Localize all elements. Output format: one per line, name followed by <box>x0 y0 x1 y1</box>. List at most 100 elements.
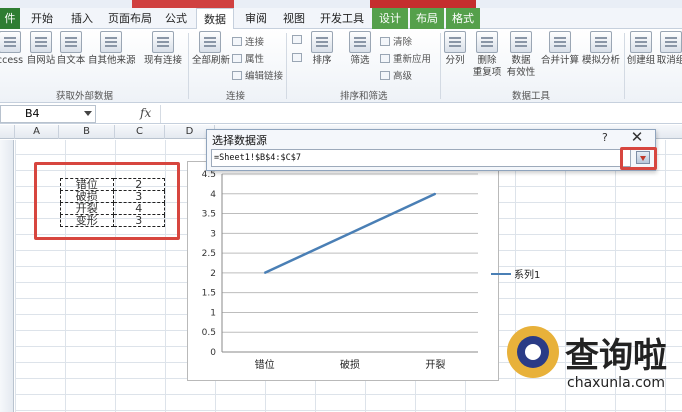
link-icon <box>232 37 242 46</box>
y-tick-label: 4 <box>210 190 216 200</box>
refresh-all-button[interactable]: 全部刷新 <box>192 31 230 67</box>
advanced-icon <box>380 71 390 80</box>
filter-button[interactable]: 筛选 <box>346 31 374 67</box>
text-file-icon <box>60 31 82 53</box>
properties-button[interactable]: 属性 <box>232 51 264 65</box>
access-icon <box>0 31 21 53</box>
group-separator <box>624 33 625 99</box>
sort-button[interactable]: 排序 <box>308 31 336 67</box>
tab-formulas[interactable]: 公式 <box>160 8 192 29</box>
tab-home[interactable]: 开始 <box>26 8 58 29</box>
group-label-get-external-data: 获取外部数据 <box>56 91 114 102</box>
chart-tools-strip <box>370 0 476 8</box>
group-separator <box>440 33 441 99</box>
what-if-icon <box>590 31 612 53</box>
split-columns-icon <box>444 31 466 53</box>
chevron-down-icon[interactable] <box>84 111 92 116</box>
select-all-corner[interactable] <box>0 125 15 139</box>
help-button[interactable]: ? <box>602 131 608 144</box>
tab-file[interactable]: 件 <box>0 8 20 29</box>
ungroup-button[interactable]: 取消组 <box>656 31 682 67</box>
what-if-analysis-button[interactable]: 模拟分析 <box>580 31 622 67</box>
from-other-sources-button[interactable]: 自其他来源 <box>88 31 136 67</box>
group-label-connections: 连接 <box>226 91 246 102</box>
data-range-input[interactable]: =Sheet1!$B$4:$C$7 <box>211 149 631 167</box>
group-icon <box>630 31 652 53</box>
title-strip-highlight <box>132 0 234 8</box>
tab-format[interactable]: 格式 <box>446 8 480 29</box>
name-box[interactable]: B4 <box>0 105 96 123</box>
legend-swatch <box>491 273 511 275</box>
y-tick-label: 1 <box>210 308 216 318</box>
watermark-text: 查询啦 <box>565 336 667 376</box>
ribbon: ccess 自网站 自文本 自其他来源 现有连接 获取外部数据 全部刷新 连接 … <box>0 29 682 103</box>
watermark-domain: chaxunla.com <box>567 375 665 391</box>
insert-function-icon[interactable]: fx <box>140 106 151 120</box>
tab-developer[interactable]: 开发工具 <box>316 8 368 29</box>
tab-insert[interactable]: 插入 <box>66 8 98 29</box>
sort-icon <box>311 31 333 53</box>
chart-legend[interactable]: 系列1 <box>491 266 540 281</box>
reapply-icon <box>380 54 390 63</box>
tab-layout[interactable]: 布局 <box>410 8 444 29</box>
group-separator <box>286 33 287 99</box>
select-data-source-dialog: 选择数据源 ? ✕ =Sheet1!$B$4:$C$7 <box>206 128 656 171</box>
chart-plot: 0 0.5 1 1.5 2 2.5 3 3.5 4 4.5 错位 破损 开裂 <box>202 170 478 371</box>
text-to-columns-button[interactable]: 分列 <box>442 31 468 67</box>
data-point <box>434 192 437 195</box>
x-tick-label: 开裂 <box>425 358 445 371</box>
tab-data[interactable]: 数据 <box>196 8 234 30</box>
advanced-filter-button[interactable]: 高级 <box>380 68 412 82</box>
other-sources-icon <box>100 31 122 53</box>
clear-filter-button[interactable]: 清除 <box>380 34 412 48</box>
tab-review[interactable]: 审阅 <box>240 8 272 29</box>
globe-icon <box>30 31 52 53</box>
connections-button[interactable]: 连接 <box>232 34 264 48</box>
line-chart[interactable]: 0 0.5 1 1.5 2 2.5 3 3.5 4 4.5 错位 破损 开裂 系列1 <box>187 161 540 381</box>
y-tick-label: 3.5 <box>202 210 216 220</box>
highlight-box-button <box>620 147 657 170</box>
group-separator <box>188 33 189 99</box>
from-text-button[interactable]: 自文本 <box>56 31 86 67</box>
refresh-icon <box>199 31 221 53</box>
row-headers[interactable] <box>0 140 14 412</box>
clear-icon <box>380 37 390 46</box>
tab-page-layout[interactable]: 页面布局 <box>104 8 156 29</box>
x-tick-label: 破损 <box>340 358 360 371</box>
watermark: 查询啦 chaxunla.com <box>503 318 679 408</box>
title-strip <box>0 0 682 8</box>
y-tick-label: 1.5 <box>202 289 216 299</box>
y-tick-label: 0 <box>210 348 216 358</box>
sort-asc-button[interactable] <box>292 35 305 46</box>
from-web-button[interactable]: 自网站 <box>26 31 56 67</box>
column-header-b[interactable]: B <box>59 125 115 139</box>
existing-connections-button[interactable]: 现有连接 <box>142 31 184 67</box>
formula-input[interactable] <box>160 105 682 123</box>
search-logo-icon <box>507 326 559 378</box>
column-header-c[interactable]: C <box>115 125 165 139</box>
ungroup-icon <box>660 31 682 53</box>
consolidate-button[interactable]: 合并计算 <box>540 31 580 67</box>
data-validation-button[interactable]: 数据 有效性 <box>504 31 538 79</box>
sort-az-icon <box>292 35 302 44</box>
column-header-a[interactable]: A <box>15 125 59 139</box>
tab-view[interactable]: 视图 <box>278 8 310 29</box>
tab-design[interactable]: 设计 <box>372 8 408 29</box>
ribbon-tab-bar: 件 开始 插入 页面布局 公式 数据 审阅 视图 开发工具 设计 布局 格式 <box>0 8 682 30</box>
y-tick-label: 0.5 <box>202 328 216 338</box>
edit-links-icon <box>232 71 242 80</box>
funnel-icon <box>349 31 371 53</box>
sort-desc-button[interactable] <box>292 53 305 64</box>
data-point <box>263 272 266 274</box>
remove-duplicates-button[interactable]: 删除 重复项 <box>472 31 502 79</box>
from-access-button[interactable]: ccess <box>0 31 26 67</box>
reapply-button[interactable]: 重新应用 <box>380 51 431 65</box>
properties-icon <box>232 54 242 63</box>
group-label-data-tools: 数据工具 <box>512 91 551 102</box>
group-button[interactable]: 创建组 <box>626 31 656 67</box>
group-label-sort-filter: 排序和筛选 <box>340 91 388 102</box>
dialog-title: 选择数据源 <box>212 134 267 147</box>
data-point <box>349 232 351 235</box>
edit-links-button[interactable]: 编辑链接 <box>232 68 283 82</box>
close-button[interactable]: ✕ <box>627 128 647 146</box>
